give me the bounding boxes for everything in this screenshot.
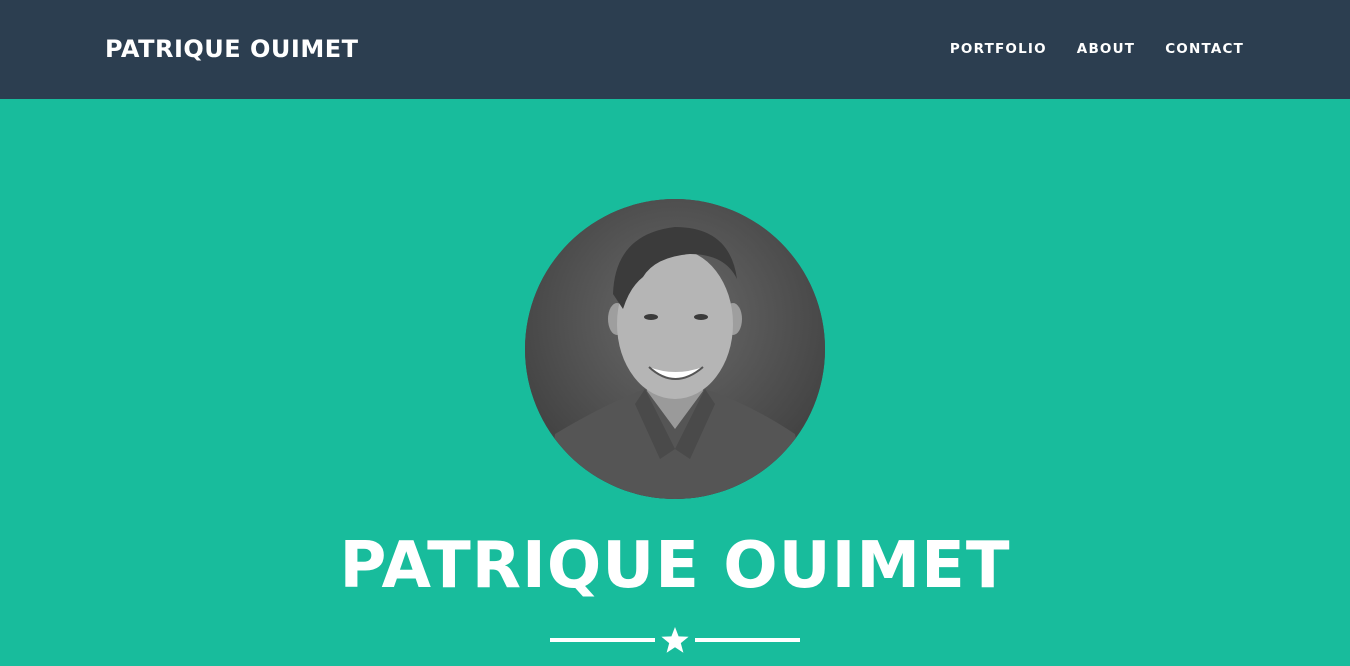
navbar: PATRIQUE OUIMET PORTFOLIO ABOUT CONTACT xyxy=(0,0,1350,99)
hero-section: PATRIQUE OUIMET xyxy=(0,99,1350,666)
hero-title: PATRIQUE OUIMET xyxy=(339,529,1011,603)
brand-link[interactable]: PATRIQUE OUIMET xyxy=(105,33,359,65)
star-divider xyxy=(550,626,800,656)
divider-line-left xyxy=(550,638,655,642)
nav-link-portfolio[interactable]: PORTFOLIO xyxy=(950,39,1047,59)
divider-line-right xyxy=(695,638,800,642)
nav-link-about[interactable]: ABOUT xyxy=(1077,39,1135,59)
star-icon xyxy=(661,627,689,653)
profile-photo xyxy=(525,199,825,499)
profile-photo-illustration xyxy=(525,199,825,499)
nav-menu: PORTFOLIO ABOUT CONTACT xyxy=(950,39,1244,59)
nav-link-contact[interactable]: CONTACT xyxy=(1165,39,1244,59)
